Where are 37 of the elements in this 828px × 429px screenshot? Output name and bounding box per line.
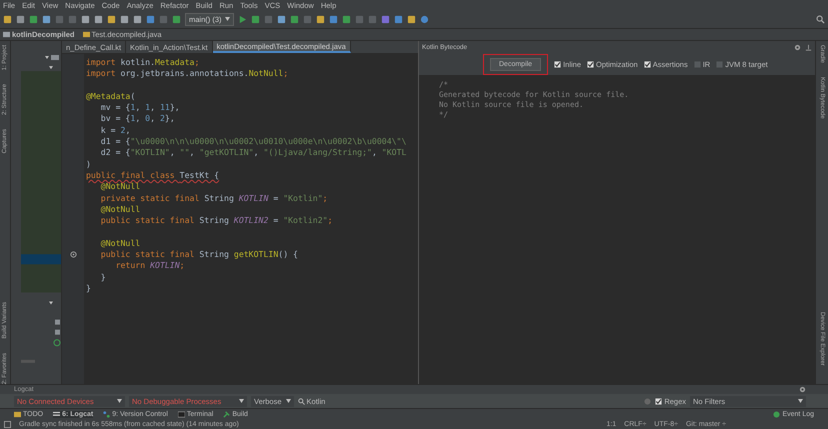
code-line: @NotNull xyxy=(100,204,140,216)
settings-icon[interactable] xyxy=(799,386,806,393)
code-line: public final class TestKt { xyxy=(86,170,220,182)
branch-icon xyxy=(103,410,110,418)
caret-icon xyxy=(224,17,230,21)
code-line: } xyxy=(100,272,106,283)
code-line: k = 2, xyxy=(100,124,130,136)
code-line: @Metadata( xyxy=(86,90,136,102)
code-line: import kotlin.Metadata; xyxy=(86,57,200,68)
override-marker-icon[interactable] xyxy=(70,251,76,258)
checkbox[interactable] xyxy=(554,60,562,68)
code-line: public static final String getKOTLIN() { xyxy=(100,249,298,260)
code-line: d1 = {"\u0000\n\n\u0000\n\u0002\u0010\u000e\n\u0002\b\u0004\"\ xyxy=(100,136,406,148)
checkbox[interactable] xyxy=(644,60,651,68)
caret-icon xyxy=(798,399,803,403)
code-line: @NotNull xyxy=(100,181,140,193)
code-line: bv = {1, 0, 2}, xyxy=(100,113,175,125)
code-line: private static final String KOTLIN = "Kotlin"; xyxy=(100,192,328,204)
caret-icon xyxy=(239,399,244,403)
help-icon[interactable] xyxy=(420,14,429,24)
code-line: return KOTLIN; xyxy=(114,260,185,272)
code-line: } xyxy=(86,282,91,294)
caret-icon xyxy=(286,399,291,403)
code-line: import org.jetbrains.annotations.NotNull; xyxy=(86,68,288,80)
code-line: ) xyxy=(86,158,91,170)
checkbox[interactable] xyxy=(587,60,594,68)
terminal-icon xyxy=(178,410,185,418)
code-line: mv = {1, 1, 11}, xyxy=(100,102,180,114)
play-icon[interactable] xyxy=(238,14,247,24)
checkbox[interactable] xyxy=(655,398,662,404)
checkbox[interactable] xyxy=(694,60,701,68)
code-line: d2 = {"KOTLIN", "", "getKOTLIN", "()Ljava/lang/String;", "KOTL xyxy=(100,147,406,159)
checkbox[interactable] xyxy=(716,60,724,68)
code-line: public static final String KOTLIN2 = "Kotlin2"; xyxy=(100,215,333,226)
caret-icon xyxy=(117,399,122,403)
settings-icon[interactable] xyxy=(794,44,801,50)
code-line: @NotNull xyxy=(100,238,140,250)
